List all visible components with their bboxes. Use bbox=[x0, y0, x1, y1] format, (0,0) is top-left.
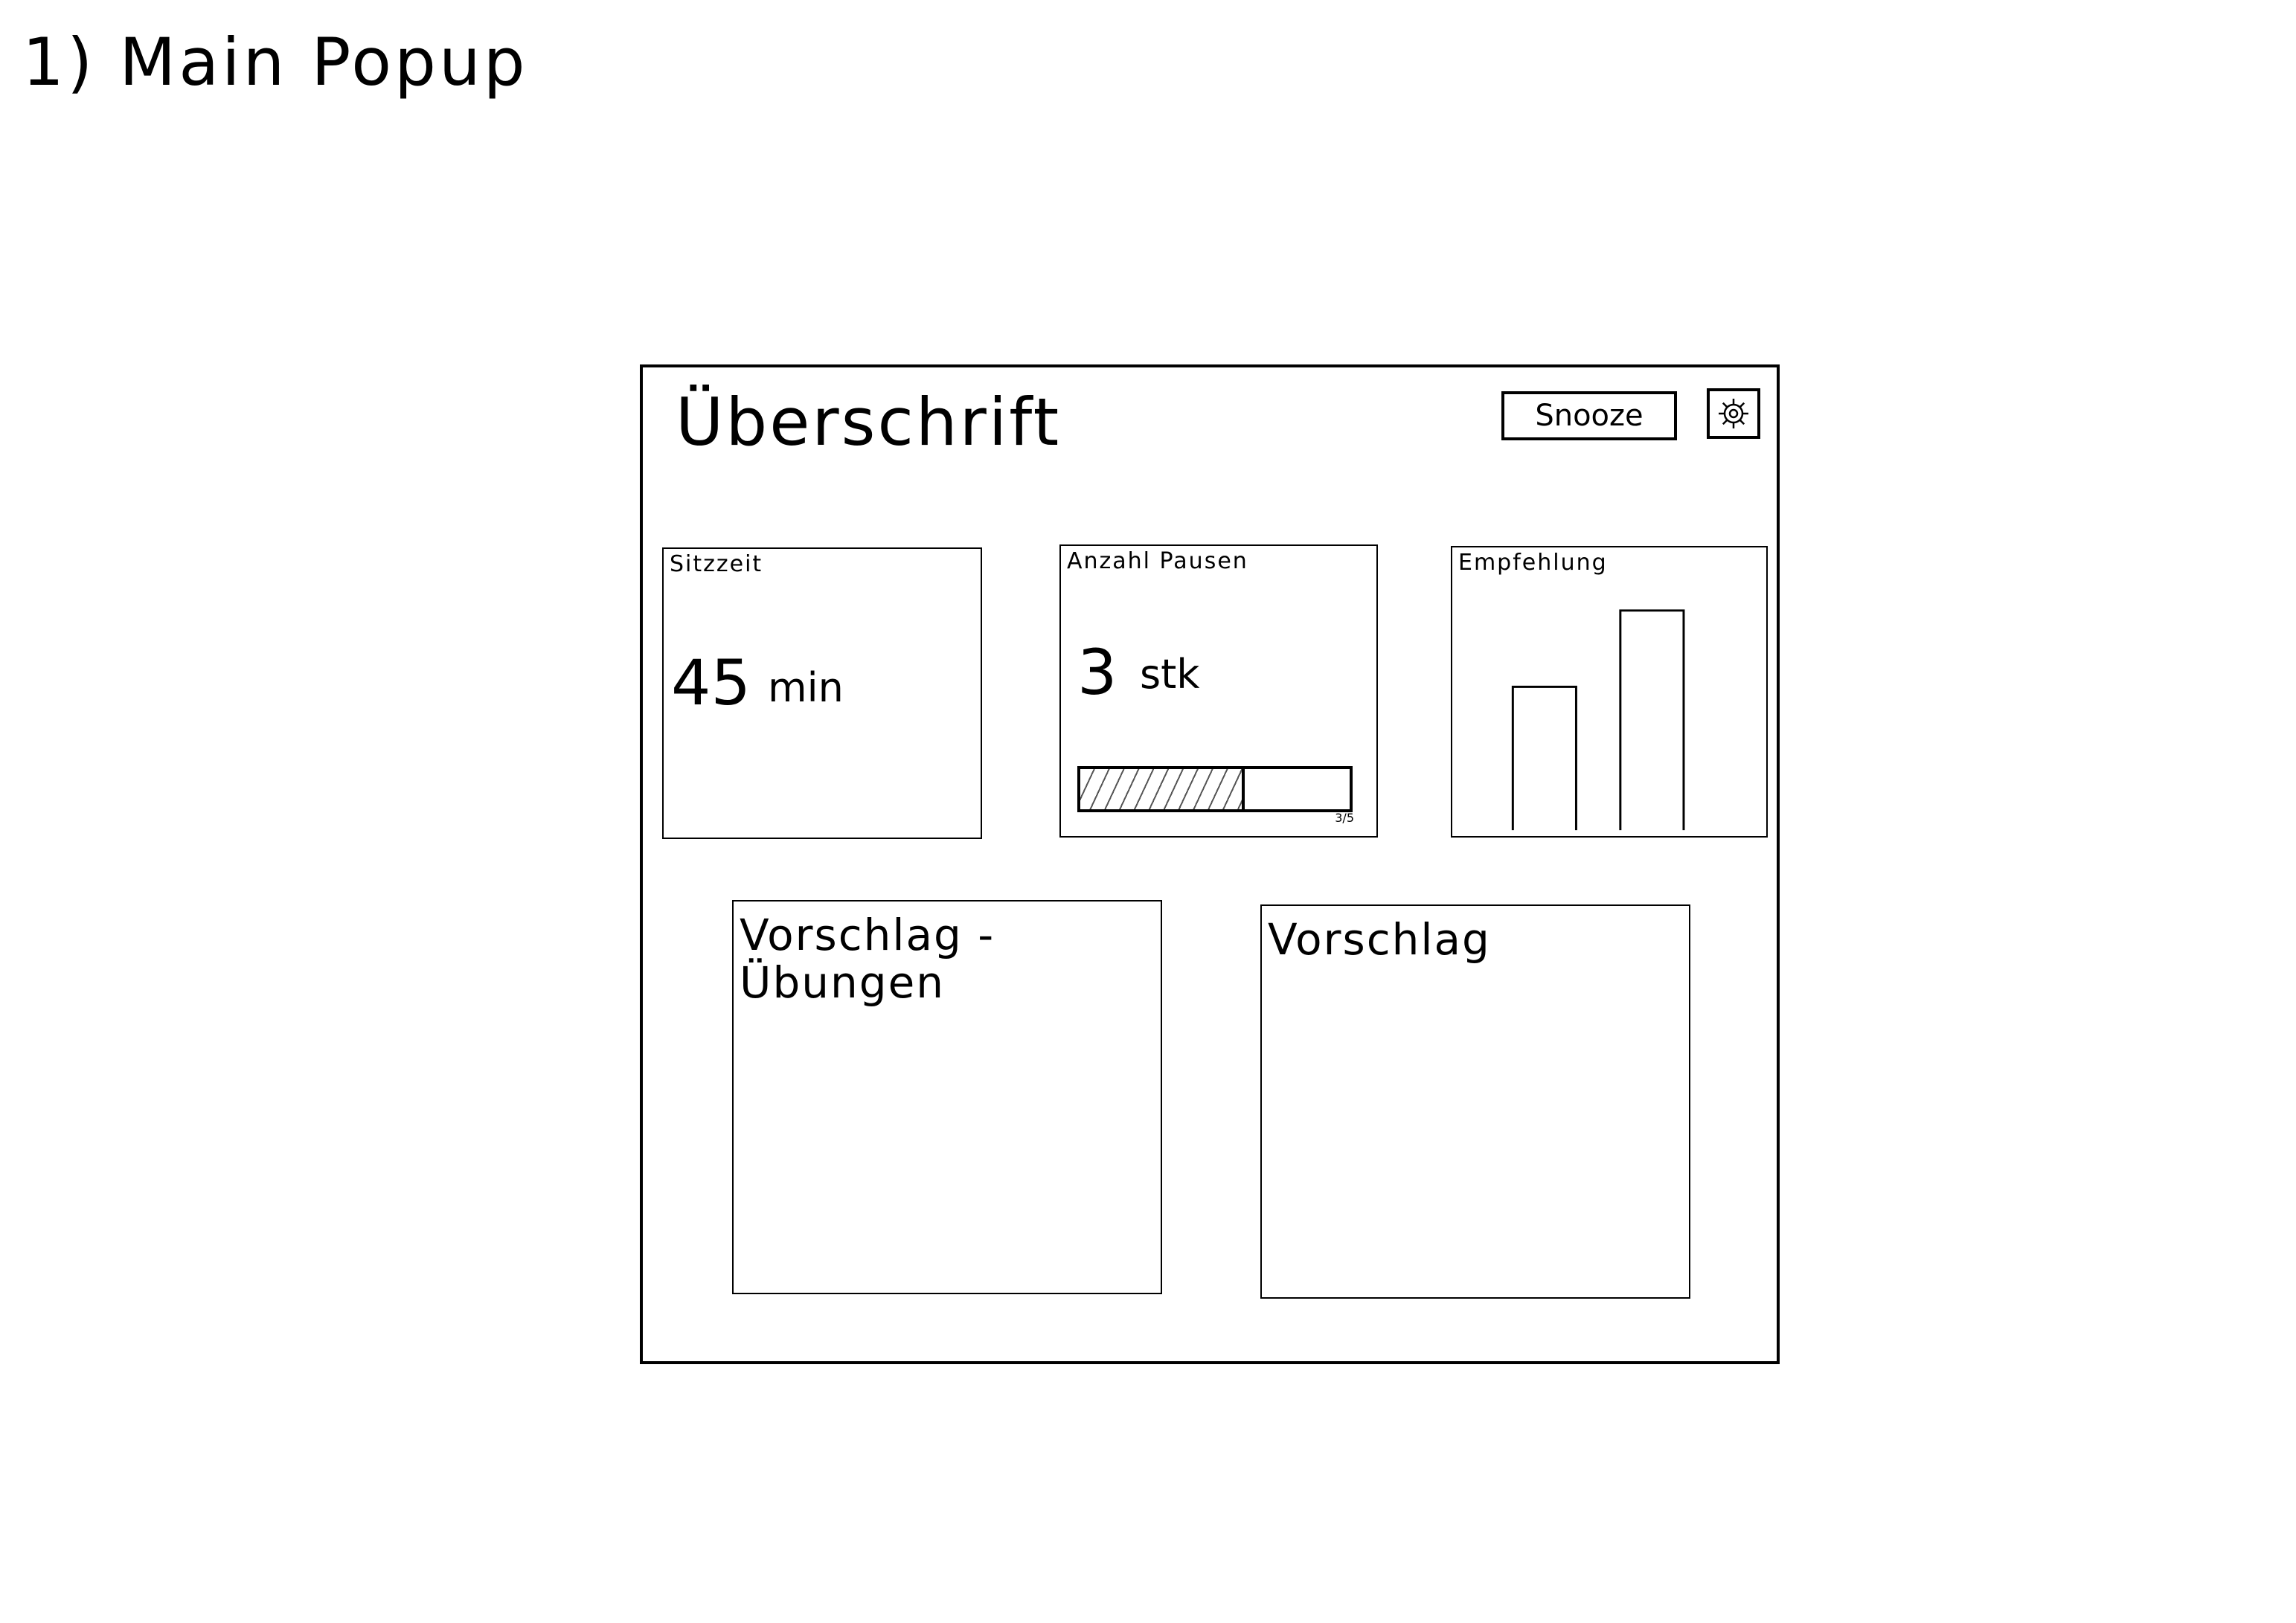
gear-icon bbox=[1719, 399, 1748, 428]
empfehlung-bar-chart bbox=[1511, 609, 1685, 831]
chart-bar-1 bbox=[1511, 685, 1577, 831]
popup-heading: Überschrift bbox=[676, 384, 1062, 460]
vorschlag-uebungen-label: Vorschlag - Übungen bbox=[740, 910, 995, 1008]
sitzzeit-unit: min bbox=[768, 664, 844, 711]
chart-bar-2 bbox=[1619, 609, 1685, 831]
vorschlag-uebungen-card: Vorschlag - Übungen bbox=[732, 900, 1162, 1294]
sitzzeit-card: Sitzzeit 45 min bbox=[662, 547, 982, 839]
pausen-label: Anzahl Pausen bbox=[1067, 548, 1248, 574]
snooze-button[interactable]: Snooze bbox=[1501, 391, 1677, 440]
pausen-unit: stk bbox=[1140, 651, 1200, 698]
pausen-progress-bar bbox=[1077, 766, 1353, 812]
empfehlung-card: Empfehlung bbox=[1451, 546, 1768, 838]
vorschlag-label: Vorschlag bbox=[1268, 914, 1491, 965]
pausen-progress-caption: 3/5 bbox=[1335, 811, 1354, 825]
sketch-title: 1) Main Popup bbox=[22, 24, 528, 100]
settings-button[interactable] bbox=[1707, 388, 1760, 439]
sitzzeit-value: 45 bbox=[671, 646, 751, 719]
sitzzeit-label: Sitzzeit bbox=[670, 551, 763, 577]
main-popup: Überschrift Snooze Sitzzeit 45 min Anzah… bbox=[640, 364, 1780, 1364]
pausen-card: Anzahl Pausen 3 stk 3/5 bbox=[1059, 544, 1378, 838]
vorschlag-card: Vorschlag bbox=[1260, 904, 1690, 1299]
pausen-value: 3 bbox=[1077, 636, 1117, 709]
pausen-progress-fill bbox=[1080, 769, 1245, 809]
